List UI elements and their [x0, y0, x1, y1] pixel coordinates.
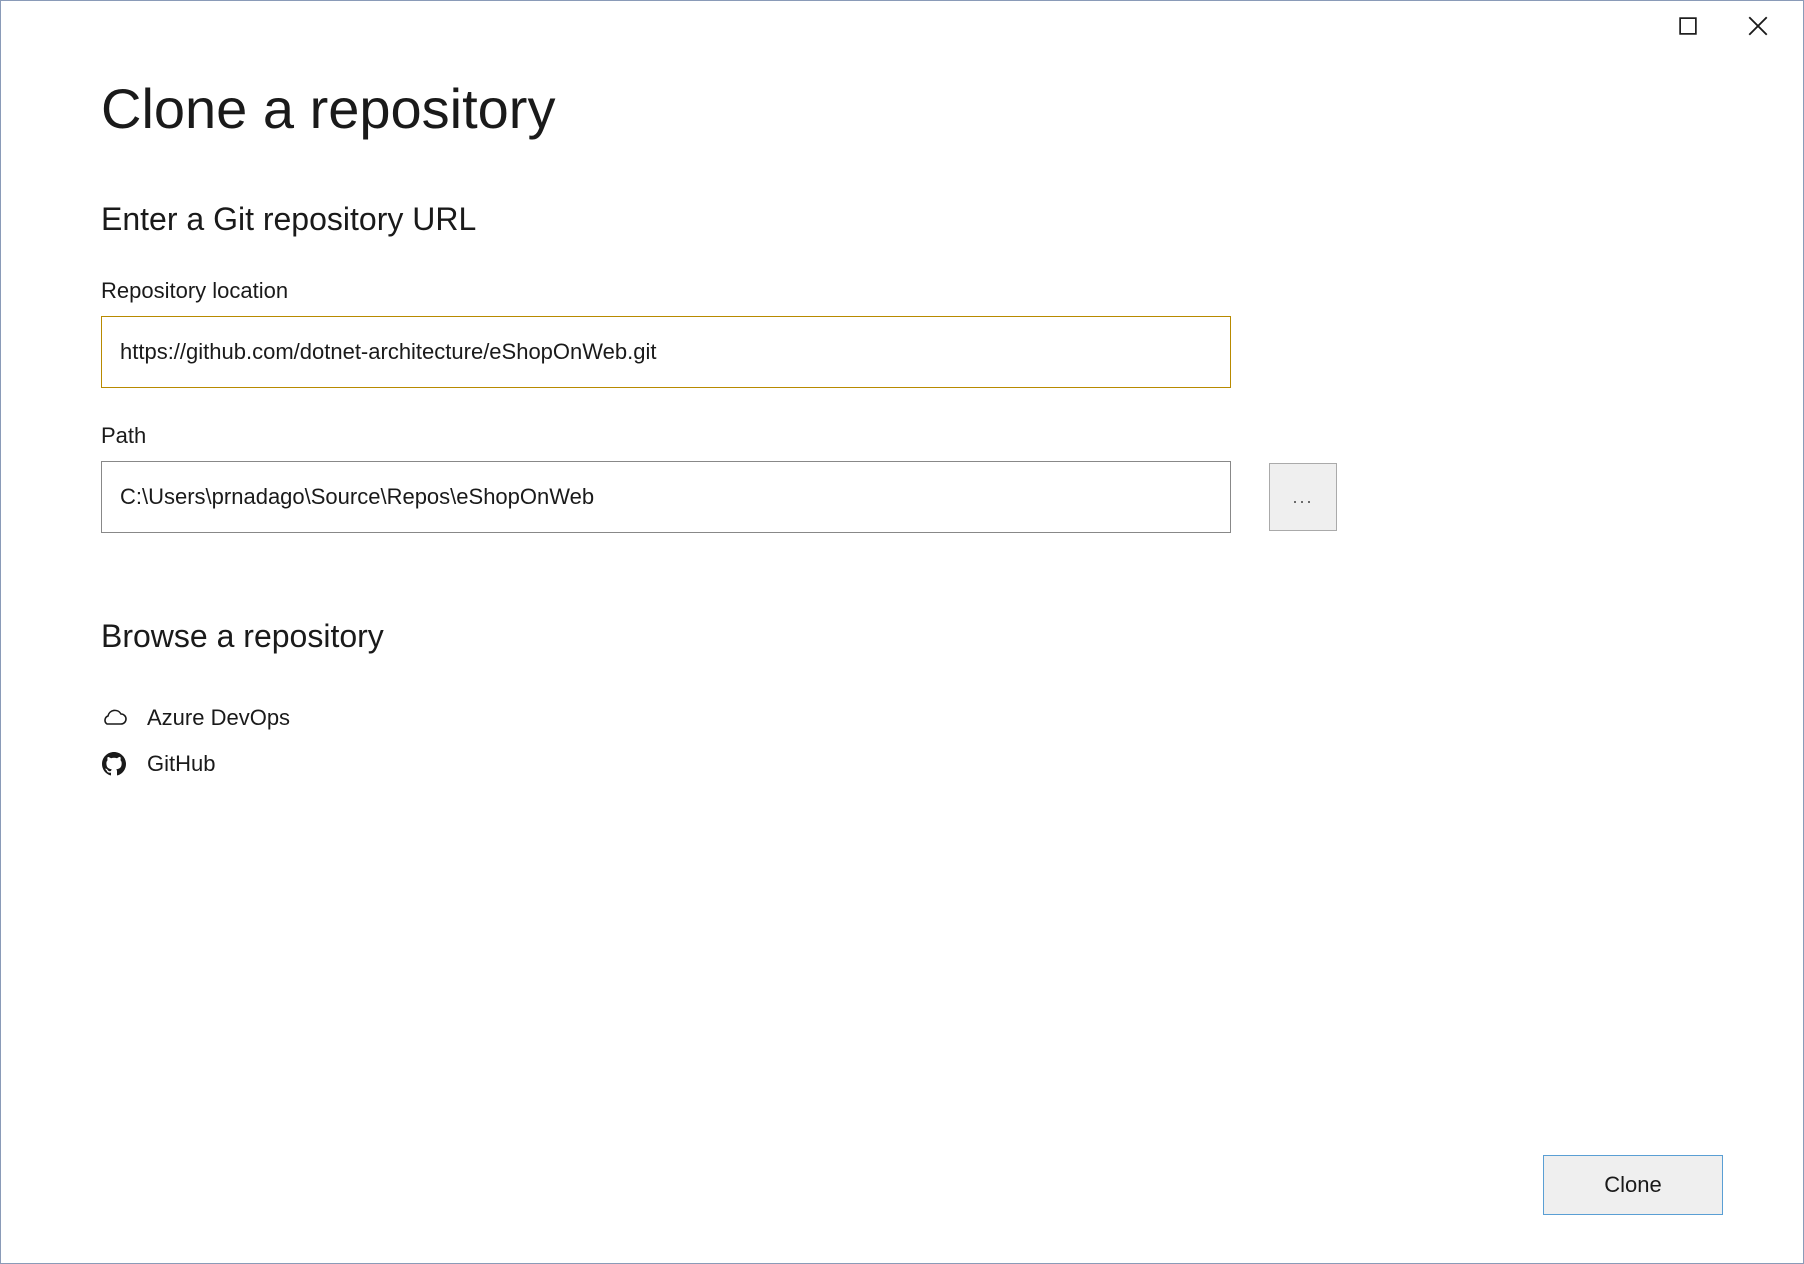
clone-button[interactable]: Clone: [1543, 1155, 1723, 1215]
repository-location-input[interactable]: [101, 316, 1231, 388]
path-label: Path: [101, 423, 1703, 449]
provider-github[interactable]: GitHub: [101, 741, 1703, 787]
path-input[interactable]: [101, 461, 1231, 533]
cloud-icon: [101, 705, 127, 731]
page-title: Clone a repository: [101, 76, 1703, 141]
github-icon: [101, 751, 127, 777]
browse-repository-section: Browse a repository Azure DevOps GitHub: [101, 618, 1703, 787]
provider-azure-label: Azure DevOps: [147, 705, 290, 731]
section-browse-heading: Browse a repository: [101, 618, 1703, 655]
enter-url-section: Enter a Git repository URL Repository lo…: [101, 201, 1703, 533]
provider-azure-devops[interactable]: Azure DevOps: [101, 695, 1703, 741]
browse-path-button[interactable]: ...: [1269, 463, 1337, 531]
section-url-heading: Enter a Git repository URL: [101, 201, 1703, 238]
repository-location-label: Repository location: [101, 278, 1703, 304]
provider-github-label: GitHub: [147, 751, 215, 777]
